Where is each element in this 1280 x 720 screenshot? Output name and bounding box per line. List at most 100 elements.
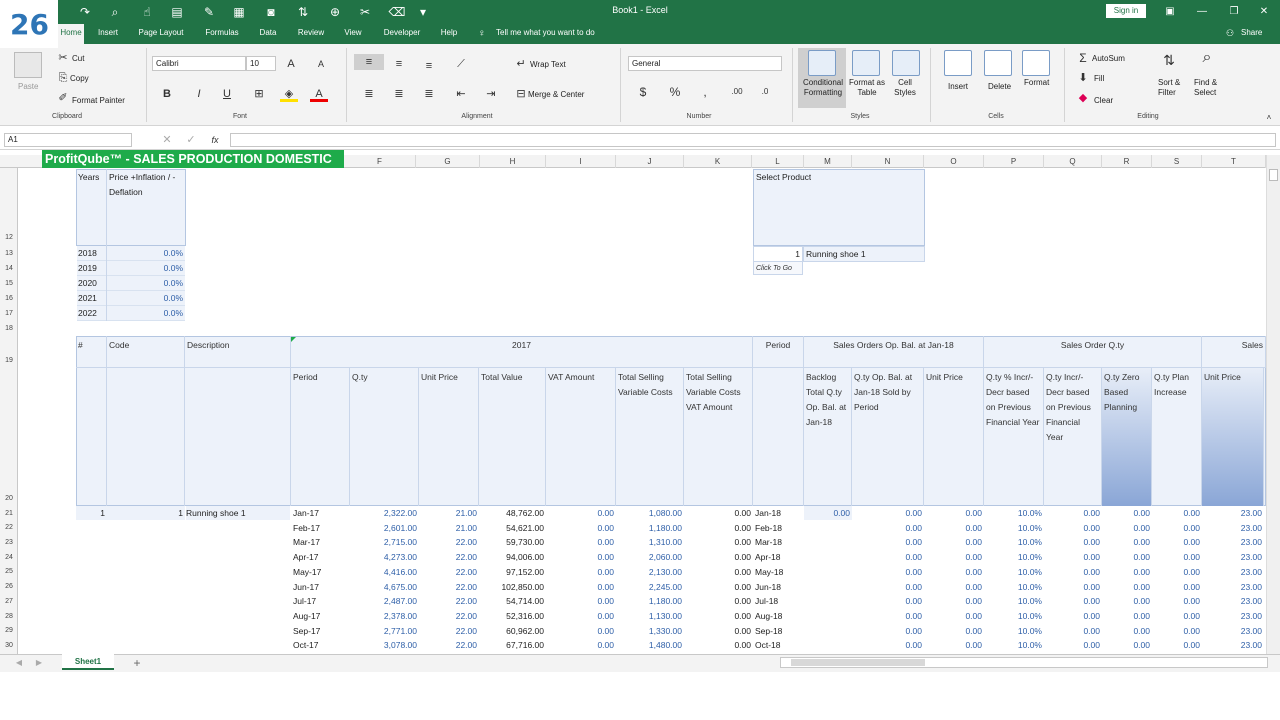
- cell-plan-increase[interactable]: 0.00: [1152, 624, 1202, 638]
- inflation-value[interactable]: 0.0%: [107, 261, 185, 276]
- cell-qty-incr[interactable]: 0.00: [1044, 638, 1102, 652]
- clear-button[interactable]: Clear: [1094, 96, 1113, 105]
- column-header[interactable]: Q: [1044, 155, 1102, 168]
- sort-filter-button[interactable]: Sort & Filter: [1158, 78, 1188, 98]
- tab-help[interactable]: Help: [436, 24, 462, 44]
- tab-data[interactable]: Data: [254, 24, 282, 44]
- font-name-select[interactable]: Calibri: [152, 56, 246, 71]
- cell-qty[interactable]: 4,675.00: [350, 580, 419, 594]
- cell-period[interactable]: Sep-17: [291, 624, 350, 638]
- item-number[interactable]: 1: [76, 506, 107, 520]
- cell-qty-incr[interactable]: 0.00: [1044, 550, 1102, 564]
- cell-unit-price[interactable]: 22.00: [419, 580, 479, 594]
- cell-op-unit-price[interactable]: 0.00: [924, 506, 984, 520]
- cell-selling-costs-vat[interactable]: 0.00: [684, 638, 753, 652]
- cell-zero-based[interactable]: 0.00: [1102, 594, 1152, 608]
- column-header[interactable]: G: [416, 155, 480, 168]
- row-header[interactable]: 19: [0, 357, 18, 364]
- increase-font-icon[interactable]: A: [282, 56, 300, 72]
- cell-op-unit-price[interactable]: 0.00: [924, 609, 984, 623]
- row-header[interactable]: 28: [0, 613, 18, 620]
- cell-vat-amount[interactable]: 0.00: [546, 624, 616, 638]
- vertical-scrollbar[interactable]: [1266, 155, 1280, 654]
- italic-button[interactable]: I: [190, 86, 208, 102]
- cell-plan-increase[interactable]: 0.00: [1152, 609, 1202, 623]
- cell-qty-pct[interactable]: 10.0%: [984, 550, 1044, 564]
- underline-button[interactable]: U: [218, 86, 236, 102]
- align-right-icon[interactable]: ≣: [420, 86, 438, 102]
- cell-total-value[interactable]: 97,152.00: [479, 565, 546, 579]
- format-painter-button[interactable]: Format Painter: [72, 96, 125, 105]
- item-description[interactable]: Running shoe 1: [186, 506, 290, 520]
- cell-qty-pct[interactable]: 10.0%: [984, 565, 1044, 579]
- paste-button[interactable]: Paste: [18, 82, 38, 91]
- cell-unit-price[interactable]: 22.00: [419, 624, 479, 638]
- wrap-text-button[interactable]: Wrap Text: [530, 60, 566, 69]
- tools-icon[interactable]: ✎: [200, 3, 218, 21]
- cell-selling-costs[interactable]: 1,180.00: [616, 521, 684, 535]
- cell-unit-price[interactable]: 22.00: [419, 609, 479, 623]
- cell-selling-costs-vat[interactable]: 0.00: [684, 580, 753, 594]
- cell-qty-sold[interactable]: 0.00: [852, 609, 924, 623]
- select-product-number[interactable]: 1: [753, 246, 803, 262]
- vertical-scroll-thumb[interactable]: [1269, 169, 1278, 181]
- row-header[interactable]: 30: [0, 642, 18, 649]
- cell-plan-increase[interactable]: 0.00: [1152, 638, 1202, 652]
- cell-qty-incr[interactable]: 0.00: [1044, 580, 1102, 594]
- font-size-select[interactable]: 10: [246, 56, 276, 71]
- inflation-value[interactable]: 0.0%: [107, 306, 185, 321]
- cell-period[interactable]: Jun-17: [291, 580, 350, 594]
- column-header[interactable]: J: [616, 155, 684, 168]
- column-header[interactable]: M: [804, 155, 852, 168]
- cell-total-value[interactable]: 48,762.00: [479, 506, 546, 520]
- column-header[interactable]: O: [924, 155, 984, 168]
- cell-vat-amount[interactable]: 0.00: [546, 521, 616, 535]
- next-sheet-icon[interactable]: ▶: [30, 655, 48, 671]
- column-header[interactable]: K: [684, 155, 752, 168]
- find-select-button[interactable]: Find & Select: [1194, 78, 1226, 98]
- cell-qty-incr[interactable]: 0.00: [1044, 594, 1102, 608]
- cell-unit-price[interactable]: 22.00: [419, 550, 479, 564]
- row-header[interactable]: 17: [0, 310, 18, 317]
- prev-sheet-icon[interactable]: ◀: [10, 655, 28, 671]
- cell-op-unit-price[interactable]: 0.00: [924, 594, 984, 608]
- conditional-formatting-button[interactable]: Conditional Formatting: [800, 78, 846, 98]
- cell-zero-based[interactable]: 0.00: [1102, 580, 1152, 594]
- customize-qat-icon[interactable]: ▾: [414, 3, 432, 21]
- cell-zero-based[interactable]: 0.00: [1102, 565, 1152, 579]
- item-code[interactable]: 1: [107, 506, 185, 520]
- touch-mode-icon[interactable]: ☝: [138, 3, 156, 21]
- row-header[interactable]: 21: [0, 510, 18, 517]
- insert-cells-button[interactable]: Insert: [948, 82, 968, 91]
- cell-period-next[interactable]: Sep-18: [753, 624, 804, 638]
- restore-icon[interactable]: ❐: [1224, 3, 1244, 21]
- sheet-tab-sheet1[interactable]: Sheet1: [62, 654, 114, 670]
- inflation-value[interactable]: 0.0%: [107, 291, 185, 306]
- cell-qty-sold[interactable]: 0.00: [852, 550, 924, 564]
- cell-qty-pct[interactable]: 10.0%: [984, 594, 1044, 608]
- cell-selling-costs[interactable]: 2,245.00: [616, 580, 684, 594]
- cell-qty-sold[interactable]: 0.00: [852, 565, 924, 579]
- row-header[interactable]: 22: [0, 524, 18, 531]
- cell-qty-incr[interactable]: 0.00: [1044, 565, 1102, 579]
- cell-vat-amount[interactable]: 0.00: [546, 506, 616, 520]
- cell-selling-costs[interactable]: 1,330.00: [616, 624, 684, 638]
- cell-period-next[interactable]: Jun-18: [753, 580, 804, 594]
- cell-period-next[interactable]: Jan-18: [753, 506, 804, 520]
- column-header[interactable]: T: [1202, 155, 1266, 168]
- cell-qty-incr[interactable]: 0.00: [1044, 624, 1102, 638]
- cell-vat-amount[interactable]: 0.00: [546, 580, 616, 594]
- format-as-table-button[interactable]: Format as Table: [848, 78, 886, 98]
- tab-formulas[interactable]: Formulas: [198, 24, 246, 44]
- fill-color-icon[interactable]: ◈: [280, 86, 298, 102]
- row-header[interactable]: 12: [0, 234, 18, 241]
- cell-qty-sold[interactable]: 0.00: [852, 506, 924, 520]
- number-format-select[interactable]: General: [628, 56, 782, 71]
- row-header[interactable]: 18: [0, 325, 18, 332]
- cell-qty[interactable]: 4,416.00: [350, 565, 419, 579]
- cell-qty-pct[interactable]: 10.0%: [984, 521, 1044, 535]
- cell-selling-costs-vat[interactable]: 0.00: [684, 565, 753, 579]
- cell-qty-pct[interactable]: 10.0%: [984, 506, 1044, 520]
- cell-selling-costs[interactable]: 1,130.00: [616, 609, 684, 623]
- cell-qty-incr[interactable]: 0.00: [1044, 506, 1102, 520]
